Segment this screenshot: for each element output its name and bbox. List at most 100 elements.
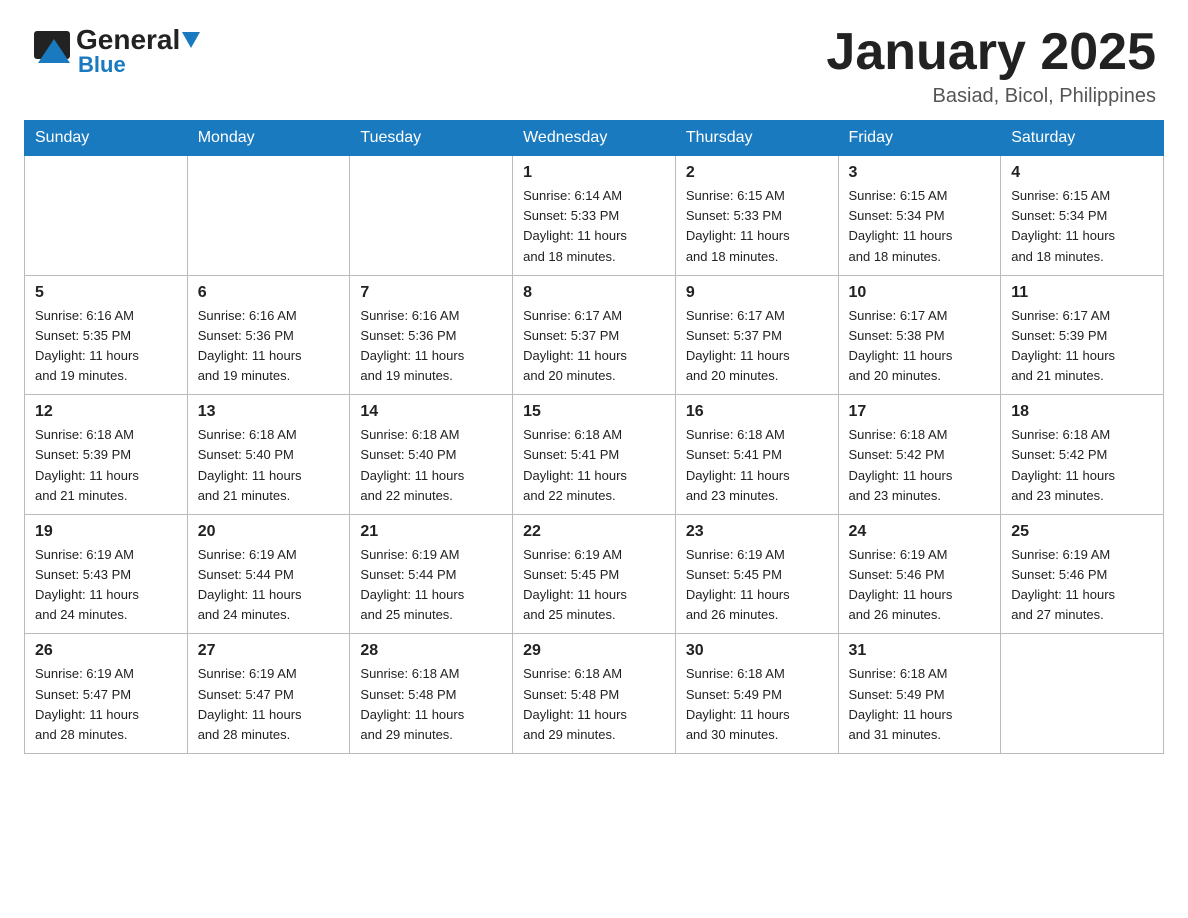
day-number: 15 — [523, 403, 665, 421]
calendar-cell: 31 Sunrise: 6:18 AM Sunset: 5:49 PM Dayli… — [838, 634, 1001, 754]
day-number: 16 — [686, 403, 828, 421]
logo-triangle-icon — [182, 32, 200, 50]
day-info: Sunrise: 6:16 AM Sunset: 5:36 PM Dayligh… — [360, 306, 502, 387]
day-number: 18 — [1011, 403, 1153, 421]
day-info: Sunrise: 6:18 AM Sunset: 5:40 PM Dayligh… — [360, 425, 502, 506]
day-number: 7 — [360, 284, 502, 302]
day-number: 2 — [686, 164, 828, 182]
day-number: 31 — [849, 642, 991, 660]
calendar-cell: 21 Sunrise: 6:19 AM Sunset: 5:44 PM Dayli… — [350, 514, 513, 634]
col-header-wednesday: Wednesday — [513, 121, 676, 156]
day-info: Sunrise: 6:15 AM Sunset: 5:34 PM Dayligh… — [1011, 186, 1153, 267]
calendar-cell — [25, 156, 188, 276]
day-info: Sunrise: 6:18 AM Sunset: 5:40 PM Dayligh… — [198, 425, 340, 506]
calendar-week-2: 5 Sunrise: 6:16 AM Sunset: 5:35 PM Daylig… — [25, 275, 1164, 395]
calendar-cell — [350, 156, 513, 276]
day-number: 26 — [35, 642, 177, 660]
calendar-cell: 30Sunrise: 6:18 AM Sunset: 5:49 PM Dayli… — [675, 634, 838, 754]
calendar-cell: 18Sunrise: 6:18 AM Sunset: 5:42 PM Dayli… — [1001, 395, 1164, 515]
day-number: 21 — [360, 523, 502, 541]
calendar-cell: 29 Sunrise: 6:18 AM Sunset: 5:48 PM Dayli… — [513, 634, 676, 754]
day-info: Sunrise: 6:18 AM Sunset: 5:49 PM Dayligh… — [849, 664, 991, 745]
day-number: 1 — [523, 164, 665, 182]
calendar-cell: 28 Sunrise: 6:18 AM Sunset: 5:48 PM Dayli… — [350, 634, 513, 754]
day-info: Sunrise: 6:19 AM Sunset: 5:45 PM Dayligh… — [686, 545, 828, 626]
day-number: 12 — [35, 403, 177, 421]
day-number: 24 — [849, 523, 991, 541]
day-info: Sunrise: 6:19 AM Sunset: 5:47 PM Dayligh… — [35, 664, 177, 745]
col-header-sunday: Sunday — [25, 121, 188, 156]
calendar-cell — [1001, 634, 1164, 754]
calendar-week-3: 12 Sunrise: 6:18 AM Sunset: 5:39 PM Dayli… — [25, 395, 1164, 515]
day-info: Sunrise: 6:14 AM Sunset: 5:33 PM Dayligh… — [523, 186, 665, 267]
calendar-cell: 14Sunrise: 6:18 AM Sunset: 5:40 PM Dayli… — [350, 395, 513, 515]
calendar-cell: 11 Sunrise: 6:17 AM Sunset: 5:39 PM Dayli… — [1001, 275, 1164, 395]
calendar-cell: 13Sunrise: 6:18 AM Sunset: 5:40 PM Dayli… — [187, 395, 350, 515]
page-header: General Blue January 2025 Basiad, Bicol,… — [0, 0, 1188, 120]
day-info: Sunrise: 6:17 AM Sunset: 5:37 PM Dayligh… — [686, 306, 828, 387]
day-number: 29 — [523, 642, 665, 660]
calendar-cell: 6Sunrise: 6:16 AM Sunset: 5:36 PM Daylig… — [187, 275, 350, 395]
day-number: 10 — [849, 284, 991, 302]
day-info: Sunrise: 6:18 AM Sunset: 5:41 PM Dayligh… — [523, 425, 665, 506]
day-info: Sunrise: 6:19 AM Sunset: 5:47 PM Dayligh… — [198, 664, 340, 745]
day-number: 11 — [1011, 284, 1153, 302]
day-info: Sunrise: 6:18 AM Sunset: 5:48 PM Dayligh… — [523, 664, 665, 745]
calendar-cell: 23 Sunrise: 6:19 AM Sunset: 5:45 PM Dayli… — [675, 514, 838, 634]
calendar-cell: 2Sunrise: 6:15 AM Sunset: 5:33 PM Daylig… — [675, 156, 838, 276]
calendar-cell: 9 Sunrise: 6:17 AM Sunset: 5:37 PM Daylig… — [675, 275, 838, 395]
calendar-week-4: 19 Sunrise: 6:19 AM Sunset: 5:43 PM Dayli… — [25, 514, 1164, 634]
day-info: Sunrise: 6:19 AM Sunset: 5:45 PM Dayligh… — [523, 545, 665, 626]
calendar-cell: 4 Sunrise: 6:15 AM Sunset: 5:34 PM Daylig… — [1001, 156, 1164, 276]
day-info: Sunrise: 6:17 AM Sunset: 5:39 PM Dayligh… — [1011, 306, 1153, 387]
calendar-cell: 8 Sunrise: 6:17 AM Sunset: 5:37 PM Daylig… — [513, 275, 676, 395]
col-header-tuesday: Tuesday — [350, 121, 513, 156]
day-info: Sunrise: 6:15 AM Sunset: 5:34 PM Dayligh… — [849, 186, 991, 267]
day-info: Sunrise: 6:18 AM Sunset: 5:48 PM Dayligh… — [360, 664, 502, 745]
day-number: 6 — [198, 284, 340, 302]
calendar-cell: 16 Sunrise: 6:18 AM Sunset: 5:41 PM Dayli… — [675, 395, 838, 515]
col-header-saturday: Saturday — [1001, 121, 1164, 156]
logo: General Blue — [32, 24, 200, 78]
calendar-cell: 26 Sunrise: 6:19 AM Sunset: 5:47 PM Dayli… — [25, 634, 188, 754]
day-info: Sunrise: 6:17 AM Sunset: 5:38 PM Dayligh… — [849, 306, 991, 387]
col-header-thursday: Thursday — [675, 121, 838, 156]
day-number: 25 — [1011, 523, 1153, 541]
day-info: Sunrise: 6:18 AM Sunset: 5:42 PM Dayligh… — [849, 425, 991, 506]
logo-icon — [32, 29, 76, 73]
day-number: 30 — [686, 642, 828, 660]
day-info: Sunrise: 6:19 AM Sunset: 5:46 PM Dayligh… — [1011, 545, 1153, 626]
title-block: January 2025 Basiad, Bicol, Philippines — [826, 24, 1156, 108]
day-number: 4 — [1011, 164, 1153, 182]
col-header-monday: Monday — [187, 121, 350, 156]
day-number: 19 — [35, 523, 177, 541]
day-info: Sunrise: 6:19 AM Sunset: 5:46 PM Dayligh… — [849, 545, 991, 626]
day-info: Sunrise: 6:19 AM Sunset: 5:43 PM Dayligh… — [35, 545, 177, 626]
day-number: 5 — [35, 284, 177, 302]
day-info: Sunrise: 6:18 AM Sunset: 5:41 PM Dayligh… — [686, 425, 828, 506]
day-number: 23 — [686, 523, 828, 541]
calendar-cell: 1 Sunrise: 6:14 AM Sunset: 5:33 PM Daylig… — [513, 156, 676, 276]
calendar-cell: 12 Sunrise: 6:18 AM Sunset: 5:39 PM Dayli… — [25, 395, 188, 515]
location-subtitle: Basiad, Bicol, Philippines — [826, 85, 1156, 108]
day-info: Sunrise: 6:18 AM Sunset: 5:39 PM Dayligh… — [35, 425, 177, 506]
day-number: 28 — [360, 642, 502, 660]
day-number: 8 — [523, 284, 665, 302]
col-header-friday: Friday — [838, 121, 1001, 156]
calendar-cell: 7 Sunrise: 6:16 AM Sunset: 5:36 PM Daylig… — [350, 275, 513, 395]
calendar-cell: 15 Sunrise: 6:18 AM Sunset: 5:41 PM Dayli… — [513, 395, 676, 515]
day-number: 17 — [849, 403, 991, 421]
day-number: 9 — [686, 284, 828, 302]
day-info: Sunrise: 6:19 AM Sunset: 5:44 PM Dayligh… — [198, 545, 340, 626]
day-number: 3 — [849, 164, 991, 182]
day-number: 27 — [198, 642, 340, 660]
calendar-cell: 24 Sunrise: 6:19 AM Sunset: 5:46 PM Dayli… — [838, 514, 1001, 634]
calendar-cell: 19 Sunrise: 6:19 AM Sunset: 5:43 PM Dayli… — [25, 514, 188, 634]
day-info: Sunrise: 6:17 AM Sunset: 5:37 PM Dayligh… — [523, 306, 665, 387]
day-info: Sunrise: 6:19 AM Sunset: 5:44 PM Dayligh… — [360, 545, 502, 626]
calendar-cell: 22 Sunrise: 6:19 AM Sunset: 5:45 PM Dayli… — [513, 514, 676, 634]
day-info: Sunrise: 6:16 AM Sunset: 5:35 PM Dayligh… — [35, 306, 177, 387]
day-number: 22 — [523, 523, 665, 541]
calendar-cell: 25 Sunrise: 6:19 AM Sunset: 5:46 PM Dayli… — [1001, 514, 1164, 634]
month-title: January 2025 — [826, 24, 1156, 81]
